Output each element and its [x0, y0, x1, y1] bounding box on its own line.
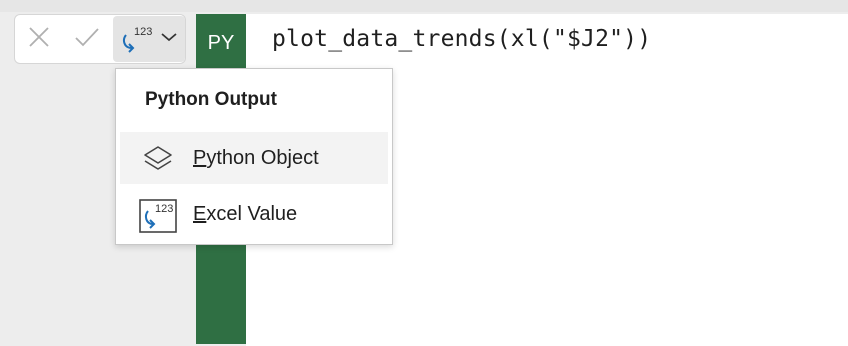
output-icon-text: 123: [134, 26, 153, 38]
cancel-button[interactable]: [21, 15, 57, 63]
menu-item-label-rest: ython Object: [206, 147, 319, 169]
close-icon: [27, 25, 51, 54]
formula-controls: 123: [14, 14, 186, 64]
python-output-menu: Python Output Python Object 123 Excel Va…: [115, 68, 393, 245]
menu-item-accelerator: E: [193, 203, 207, 225]
top-strip: [0, 0, 848, 12]
menu-item-excel-value[interactable]: 123 Excel Value: [120, 188, 388, 240]
excel-value-icon: 123: [138, 198, 178, 233]
layers-icon: [138, 142, 178, 176]
menu-item-label-rest: xcel Value: [206, 203, 298, 225]
python-excel-value-icon: 123: [120, 22, 156, 56]
py-badge[interactable]: PY: [196, 14, 246, 72]
excel-value-icon-text: 123: [155, 203, 174, 215]
menu-item-python-object[interactable]: Python Object: [120, 132, 388, 184]
menu-item-accelerator: P: [193, 147, 207, 169]
chevron-down-icon: [160, 30, 178, 48]
formula-text[interactable]: plot_data_trends(xl("$J2")): [272, 26, 651, 52]
checkmark-icon: [74, 26, 100, 53]
menu-item-label: Excel Value: [193, 203, 297, 226]
python-output-dropdown-button[interactable]: 123: [113, 16, 185, 62]
excel-formula-bar-window: plot_data_trends(xl("$J2")) PY 123 Pytho…: [0, 0, 848, 346]
enter-button[interactable]: [67, 15, 107, 63]
menu-header: Python Output: [145, 89, 277, 110]
menu-item-label: Python Object: [193, 147, 319, 170]
